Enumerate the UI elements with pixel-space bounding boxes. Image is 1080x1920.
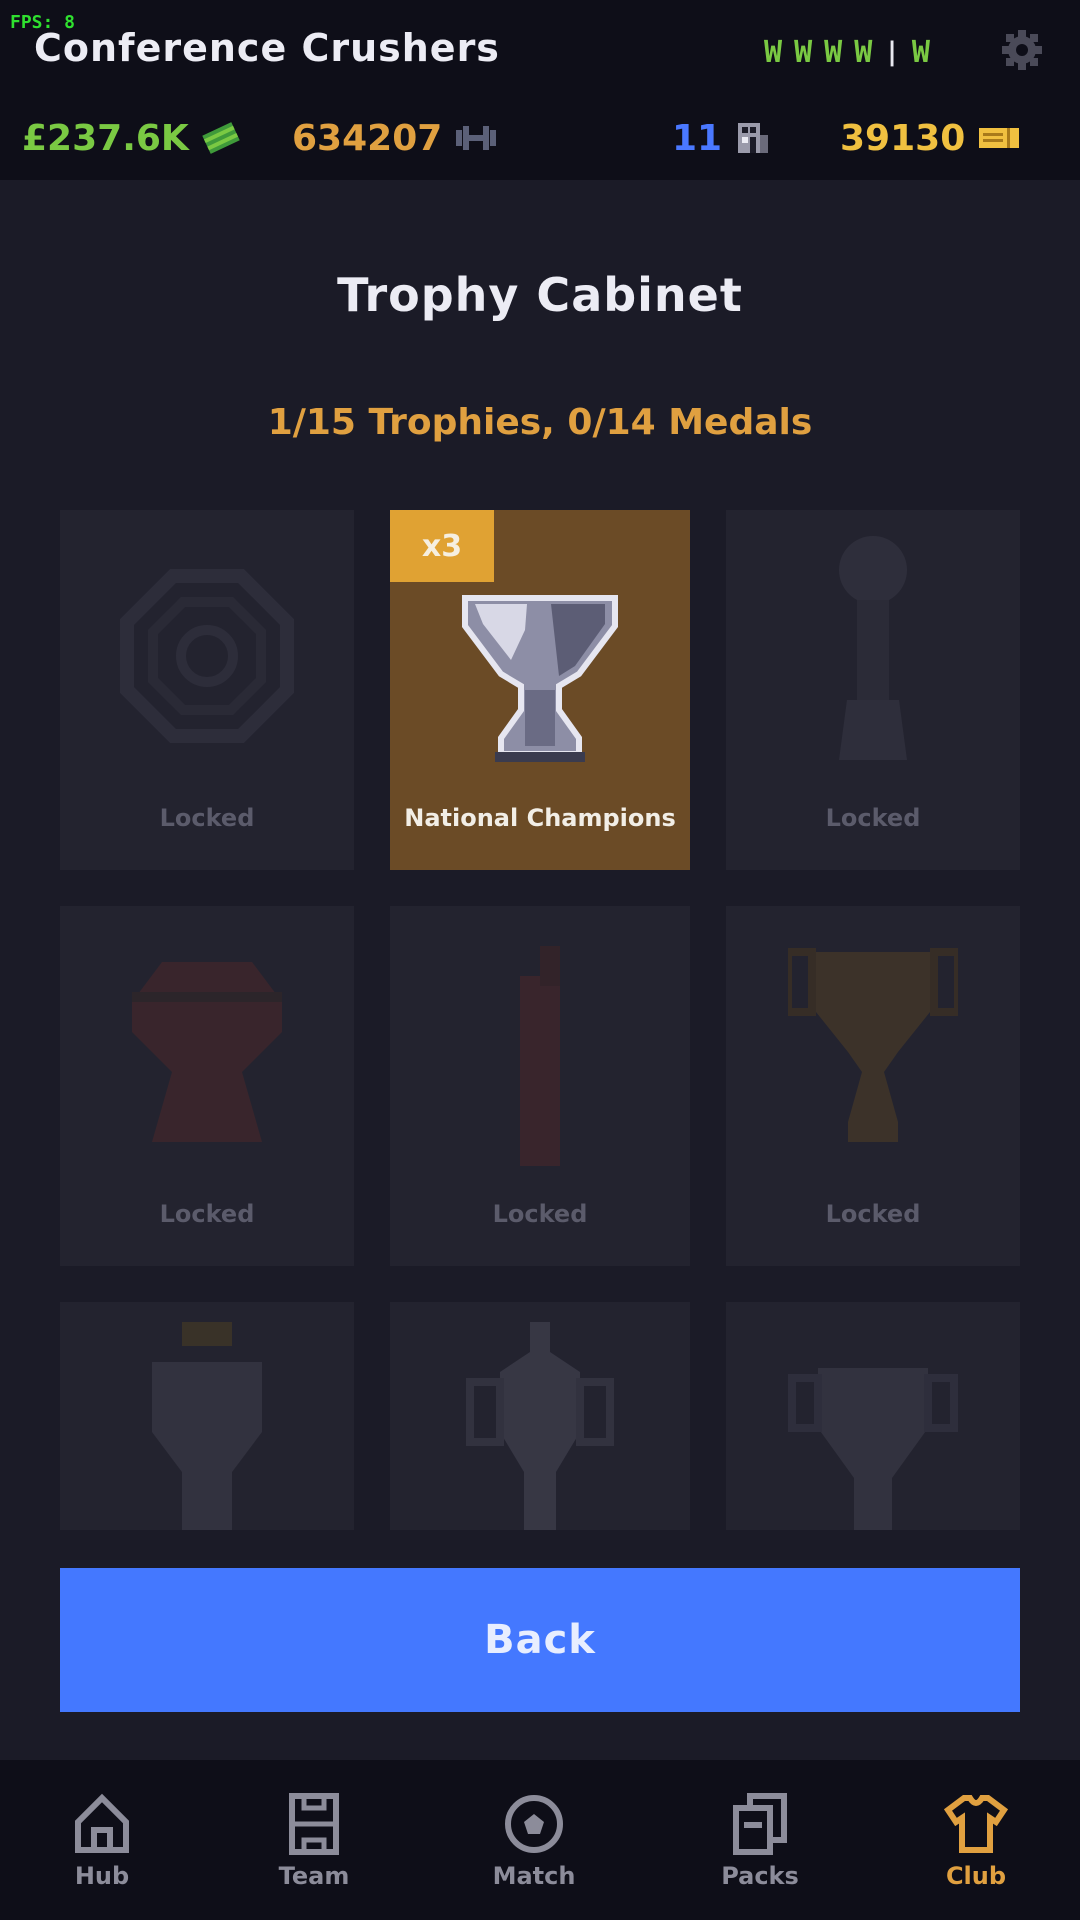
page-title: Trophy Cabinet xyxy=(337,268,743,322)
tall-red-trophy-icon xyxy=(520,946,560,1166)
world-cup-trophy-icon xyxy=(839,536,907,760)
form-result: W xyxy=(794,34,813,70)
trophy-card-locked[interactable]: Locked xyxy=(390,906,690,1266)
nav-label: Team xyxy=(278,1862,350,1890)
nav-item-packs[interactable]: Packs xyxy=(680,1760,840,1920)
building-icon xyxy=(738,123,769,153)
trophy-progress: 1/15 Trophies, 0/14 Medals xyxy=(267,402,813,443)
trophy-label: National Champions xyxy=(404,804,676,832)
gold-cup-icon xyxy=(788,948,958,1142)
money-value: £237.6K xyxy=(22,117,189,159)
trophy-count-badge: x3 xyxy=(390,510,494,582)
trophy-label: Locked xyxy=(492,1200,588,1228)
back-button[interactable]: Back xyxy=(60,1568,1020,1712)
trophy-label: Locked xyxy=(159,804,255,832)
nav-label: Club xyxy=(945,1862,1007,1890)
money-stat[interactable]: £237.6K xyxy=(22,114,241,162)
nav-item-match[interactable]: Match xyxy=(454,1760,614,1920)
training-stat[interactable]: 634207 xyxy=(292,114,498,162)
trophy-card-locked[interactable]: Locked xyxy=(60,906,354,1266)
silver-cup-icon xyxy=(466,1322,614,1530)
nav-item-team[interactable]: Team xyxy=(234,1760,394,1920)
formation-icon xyxy=(289,1793,339,1855)
trophy-label: Locked xyxy=(159,1200,255,1228)
ticket-icon xyxy=(979,128,1020,148)
trophy-card-locked[interactable]: Locked xyxy=(726,906,1020,1266)
home-icon xyxy=(75,1793,129,1853)
form-result: W xyxy=(764,34,783,70)
bottom-nav: Hub Team Match Packs Club xyxy=(0,1760,1080,1920)
red-cup-icon xyxy=(132,962,282,1142)
form-result: W xyxy=(911,34,930,70)
trophy-card-locked[interactable] xyxy=(726,1302,1020,1530)
nav-item-hub[interactable]: Hub xyxy=(22,1760,182,1920)
fans-value: 11 xyxy=(672,117,723,159)
silver-trophy-icon xyxy=(462,595,618,762)
dumbbell-icon xyxy=(456,126,497,150)
tickets-stat[interactable]: 39130 xyxy=(840,114,1021,162)
trophy-label: Locked xyxy=(825,1200,921,1228)
ball-icon xyxy=(505,1795,563,1853)
crowned-trophy-icon xyxy=(152,1322,262,1530)
nav-item-club[interactable]: Club xyxy=(896,1760,1056,1920)
trophy-label: Locked xyxy=(825,804,921,832)
nav-label: Packs xyxy=(721,1862,799,1890)
medal-emblem-icon xyxy=(120,569,294,743)
gear-icon[interactable] xyxy=(1000,28,1044,72)
trophy-grid[interactable]: Locked x3 National Champions Locked Lock… xyxy=(60,510,1020,1710)
tickets-value: 39130 xyxy=(840,117,966,159)
grey-cup-icon xyxy=(788,1368,958,1530)
trophy-card-locked[interactable] xyxy=(390,1302,690,1530)
trophy-card-unlocked[interactable]: x3 National Champions xyxy=(390,510,690,870)
club-name: Conference Crushers xyxy=(34,26,500,70)
form-result: W xyxy=(824,34,843,70)
cards-icon xyxy=(733,1793,787,1855)
training-value: 634207 xyxy=(292,117,443,159)
shirt-icon xyxy=(944,1795,1008,1853)
form-result: W xyxy=(854,34,873,70)
trophy-card-locked[interactable]: Locked xyxy=(726,510,1020,870)
trophy-card-locked[interactable] xyxy=(60,1302,354,1530)
form-separator: | xyxy=(884,37,900,67)
nav-label: Hub xyxy=(74,1862,130,1890)
trophy-card-locked[interactable]: Locked xyxy=(60,510,354,870)
fans-stat[interactable]: 11 xyxy=(672,114,770,162)
top-bar: FPS: 8 Conference Crushers W W W W | W £… xyxy=(0,0,1080,180)
nav-label: Match xyxy=(492,1862,576,1890)
form-guide: W W W W | W xyxy=(764,34,930,70)
cash-icon xyxy=(202,122,240,154)
